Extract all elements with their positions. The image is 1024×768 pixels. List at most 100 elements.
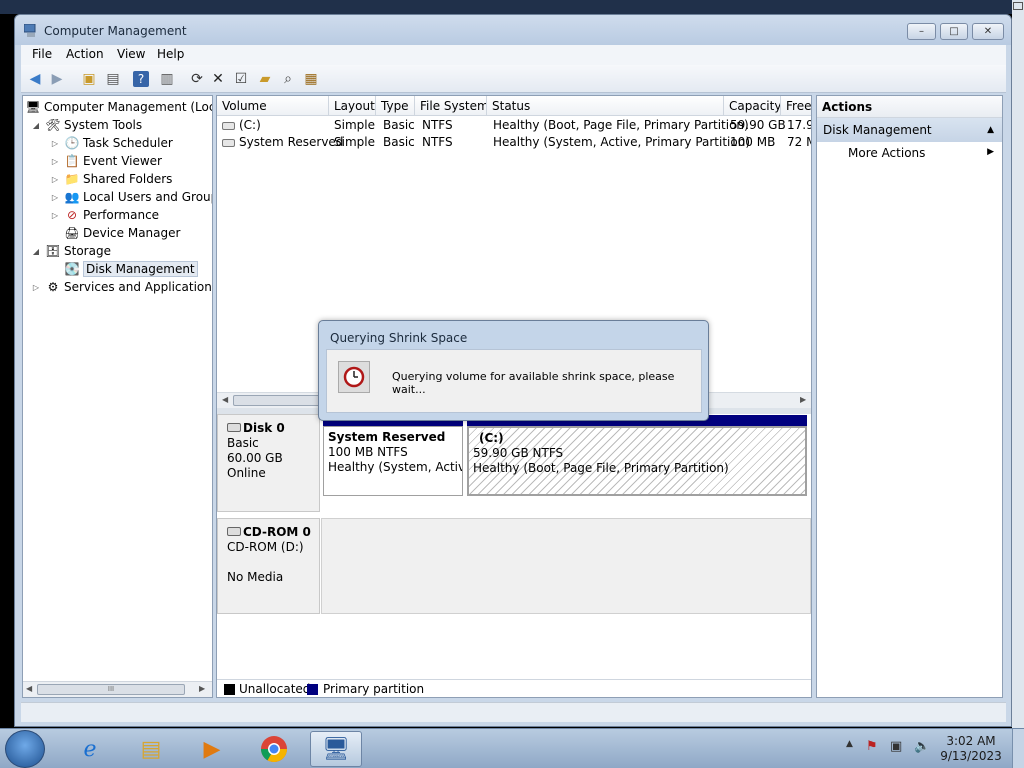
delete-icon[interactable]: ✕ <box>208 69 228 89</box>
search-icon[interactable]: ⌕ <box>278 69 298 89</box>
cdrom-empty-area <box>321 518 811 614</box>
tree-item-local-users[interactable]: ▷ 👥 Local Users and Groups <box>50 188 212 206</box>
status-bar <box>21 702 1006 722</box>
show-desktop-button[interactable] <box>1012 729 1024 768</box>
column-volume[interactable]: Volume <box>217 96 329 116</box>
console-tree: 🖥 Computer Management (Local ◢ 🛠 System … <box>22 95 213 698</box>
windows-explorer-icon[interactable]: ▤ <box>125 731 177 767</box>
internet-explorer-icon[interactable]: ℯ <box>64 731 116 767</box>
maximize-button[interactable]: □ <box>940 23 968 40</box>
tree-item-storage[interactable]: ◢ 🗄 Storage <box>31 242 111 260</box>
export-icon[interactable]: ▦ <box>301 69 321 89</box>
actions-section-disk-management[interactable]: Disk Management ▲ <box>817 118 1002 142</box>
tree-horizontal-scrollbar[interactable]: ◀ III ▶ <box>23 681 212 697</box>
up-folder-icon[interactable]: ▣ <box>79 69 99 89</box>
menu-bar: File Action View Help <box>21 45 1006 65</box>
expand-arrow-icon[interactable]: ▷ <box>50 175 60 184</box>
computer-management-icon[interactable]: 🖥 <box>310 731 362 767</box>
clock-icon <box>338 361 370 393</box>
refresh-icon[interactable]: ⟳ <box>187 69 207 89</box>
performance-icon: ⊘ <box>66 208 78 222</box>
expand-arrow-icon[interactable]: ▷ <box>50 211 60 220</box>
expand-arrow-icon[interactable]: ▷ <box>50 193 60 202</box>
users-icon: 👥 <box>64 190 80 204</box>
column-capacity[interactable]: Capacity <box>724 96 781 116</box>
scroll-left-icon[interactable]: ◀ <box>222 395 228 404</box>
show-hide-action-pane-icon[interactable]: ▥ <box>157 69 177 89</box>
querying-shrink-space-dialog[interactable]: Querying Shrink Space Querying volume fo… <box>318 320 709 421</box>
collapse-arrow-icon[interactable]: ◢ <box>31 121 41 130</box>
collapse-section-icon[interactable]: ▲ <box>987 125 994 135</box>
background-window-strip <box>0 0 1024 14</box>
tree-item-device-manager[interactable]: 🖨 Device Manager <box>64 224 180 242</box>
scroll-thumb[interactable]: III <box>37 684 185 695</box>
collapse-arrow-icon[interactable]: ◢ <box>31 247 41 256</box>
volume-icon <box>222 138 235 147</box>
shared-folder-icon: 📁 <box>64 172 80 186</box>
window-title: Computer Management <box>44 24 187 38</box>
tree-item-shared-folders[interactable]: ▷ 📁 Shared Folders <box>50 170 172 188</box>
back-arrow-icon[interactable]: ◀ <box>25 69 45 89</box>
disk-management-icon: 💽 <box>64 262 80 276</box>
volume-icon[interactable]: 🔈 <box>914 739 930 754</box>
scroll-right-icon[interactable]: ▶ <box>800 395 806 404</box>
tree-item-task-scheduler[interactable]: ▷ 🕒 Task Scheduler <box>50 134 173 152</box>
tree-item-disk-management[interactable]: 💽 Disk Management <box>64 260 198 278</box>
background-window-edge <box>1012 0 1024 728</box>
show-hide-tree-icon[interactable]: ▤ <box>103 69 123 89</box>
column-file-system[interactable]: File System <box>415 96 487 116</box>
dialog-title: Querying Shrink Space <box>330 331 468 345</box>
expand-arrow-icon[interactable]: ▷ <box>50 139 60 148</box>
partition-system-reserved[interactable]: System Reserved 100 MB NTFS Healthy (Sys… <box>323 426 463 496</box>
forward-arrow-icon[interactable]: ▶ <box>47 69 67 89</box>
volume-list-header: Volume Layout Type File System Status Ca… <box>217 96 811 116</box>
tree-item-system-tools[interactable]: ◢ 🛠 System Tools <box>31 116 142 134</box>
menu-view[interactable]: View <box>117 47 145 61</box>
menu-action[interactable]: Action <box>66 47 104 61</box>
minimize-button[interactable]: – <box>907 23 936 40</box>
tree-item-root[interactable]: 🖥 Computer Management (Local <box>25 98 212 116</box>
title-bar[interactable]: Computer Management – □ ✕ <box>15 15 1011 45</box>
column-layout[interactable]: Layout <box>329 96 376 116</box>
menu-file[interactable]: File <box>32 47 52 61</box>
action-center-icon[interactable]: ⚑ <box>866 739 878 754</box>
expand-arrow-icon[interactable]: ▷ <box>31 283 41 292</box>
volume-row[interactable]: System Reserved Simple Basic NTFS Health… <box>217 134 811 151</box>
tree-item-event-viewer[interactable]: ▷ 📋 Event Viewer <box>50 152 162 170</box>
column-status[interactable]: Status <box>487 96 724 116</box>
unallocated-swatch <box>224 684 235 695</box>
network-icon[interactable]: ▣ <box>890 739 902 754</box>
scroll-right-icon[interactable]: ▶ <box>199 684 205 693</box>
partition-c[interactable]: (C:) 59.90 GB NTFS Healthy (Boot, Page F… <box>467 426 807 496</box>
menu-help[interactable]: Help <box>157 47 184 61</box>
cdrom-0-label[interactable]: CD-ROM 0 CD-ROM (D:) No Media <box>217 518 320 614</box>
open-icon[interactable]: ▰ <box>255 69 275 89</box>
actions-pane: Actions Disk Management ▲ More Actions ▶ <box>816 95 1003 698</box>
background-window-button <box>1013 2 1023 10</box>
tools-icon: 🛠 <box>45 118 61 132</box>
computer-management-icon <box>24 24 36 37</box>
computer-icon: 🖥 <box>25 100 41 114</box>
volume-icon <box>222 121 235 130</box>
close-button[interactable]: ✕ <box>972 23 1004 40</box>
scroll-left-icon[interactable]: ◀ <box>26 684 32 693</box>
show-hidden-icons-icon[interactable]: ▲ <box>846 739 853 749</box>
taskbar: ℯ ▤ ▶ 🖥 ▲ ⚑ ▣ 🔈 3:02 AM 9/13/2023 <box>0 728 1024 768</box>
column-free[interactable]: Free <box>781 96 811 116</box>
properties-icon[interactable]: ☑ <box>231 69 251 89</box>
start-button[interactable] <box>5 730 45 768</box>
clock-icon: 🕒 <box>64 136 80 150</box>
help-icon[interactable]: ? <box>133 71 149 87</box>
event-viewer-icon: 📋 <box>64 154 80 168</box>
volume-row[interactable]: (C:) Simple Basic NTFS Healthy (Boot, Pa… <box>217 117 811 134</box>
chrome-icon[interactable] <box>248 731 300 767</box>
expand-arrow-icon[interactable]: ▷ <box>50 157 60 166</box>
disk-0-label[interactable]: Disk 0 Basic 60.00 GB Online <box>217 414 320 512</box>
media-player-icon[interactable]: ▶ <box>186 731 238 767</box>
system-clock[interactable]: 3:02 AM 9/13/2023 <box>940 734 1002 764</box>
more-actions-item[interactable]: More Actions ▶ <box>817 144 1002 164</box>
tree-item-services[interactable]: ▷ ⚙ Services and Applications <box>31 278 212 296</box>
tree-item-performance[interactable]: ▷ ⊘ Performance <box>50 206 159 224</box>
actions-header: Actions <box>817 96 1002 118</box>
column-type[interactable]: Type <box>376 96 415 116</box>
